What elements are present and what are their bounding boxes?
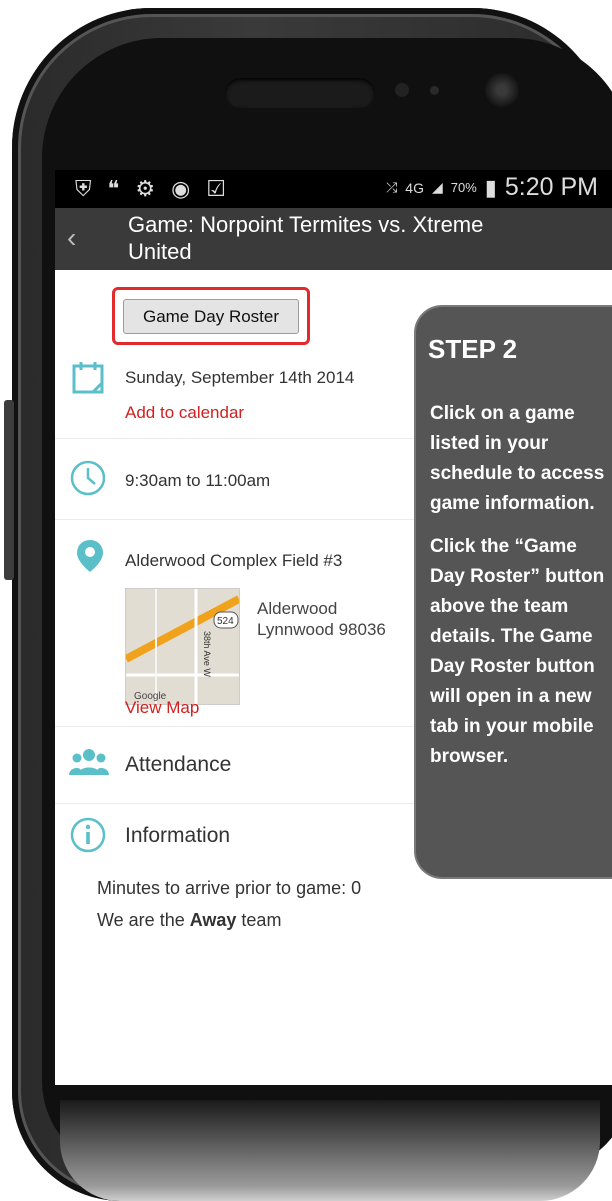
notification-icons: ⛨ ❝ ⚙ ◉ ☑ xyxy=(75,176,226,202)
mute-icon: ⤮ xyxy=(386,179,398,195)
battery-percent: 70% xyxy=(450,180,477,195)
instruction-callout: STEP 2 Click on a game listed in your sc… xyxy=(414,305,612,879)
arrival-minutes: Minutes to arrive prior to game: 0 xyxy=(97,878,362,898)
checked-bag-icon: ☑ xyxy=(206,176,227,201)
page-title-line2: United xyxy=(128,239,192,264)
location-pin-icon xyxy=(75,538,105,579)
phone-speaker xyxy=(225,78,375,108)
status-right: ⤮ 4G ◢ 70% ▮ 5:20 PM xyxy=(386,173,598,202)
calendar-icon xyxy=(69,358,109,403)
front-camera xyxy=(485,73,519,107)
network-type: 4G xyxy=(405,179,424,196)
map-thumbnail[interactable]: 524 38th Ave W Google xyxy=(125,588,240,705)
back-arrow-icon[interactable]: ‹ xyxy=(67,222,76,254)
status-bar: ⛨ ❝ ⚙ ◉ ☑ ⤮ 4G ◢ 70% ▮ 5:20 PM xyxy=(55,170,612,208)
chat-icon: ❝ xyxy=(107,176,120,201)
app-icon: ◉ xyxy=(171,176,191,201)
settings-icon: ⚙ xyxy=(135,176,156,201)
game-time: 9:30am to 11:00am xyxy=(125,471,271,490)
clock: 5:20 PM xyxy=(504,173,598,201)
battery-icon: ▮ xyxy=(484,174,497,200)
phone-bottom-bezel xyxy=(60,1100,600,1201)
attendance-label: Attendance xyxy=(125,753,232,776)
view-map-link[interactable]: View Map xyxy=(125,698,199,718)
shield-icon: ⛨ xyxy=(75,176,92,201)
game-day-roster-button[interactable]: Game Day Roster xyxy=(123,299,299,334)
callout-paragraph-2: Click the “Game Day Roster” button above… xyxy=(430,536,605,767)
info-icon xyxy=(69,816,107,859)
team-side-prefix: We are the xyxy=(97,910,190,930)
page-title: Game: Norpoint Termites vs. Xtreme Unite… xyxy=(128,211,598,265)
game-date: Sunday, September 14th 2014 xyxy=(125,368,355,387)
map-street-label: 38th Ave W xyxy=(202,631,212,677)
clock-icon xyxy=(69,459,107,502)
information-label: Information xyxy=(125,824,231,847)
address: Alderwood Lynnwood 98036 xyxy=(257,598,386,640)
phone-sensor-small xyxy=(430,86,439,95)
page-title-line1: Game: Norpoint Termites vs. Xtreme xyxy=(128,212,484,237)
callout-title: STEP 2 xyxy=(428,334,518,364)
team-side-value: Away xyxy=(189,910,237,930)
address-line1: Alderwood xyxy=(257,599,338,618)
location-name: Alderwood Complex Field #3 xyxy=(125,551,343,570)
map-road-label: 524 xyxy=(217,616,234,627)
signal-icon: ◢ xyxy=(431,179,443,195)
people-icon xyxy=(69,747,109,782)
callout-paragraph-1: Click on a game listed in your schedule … xyxy=(430,403,605,514)
information-details: Minutes to arrive prior to game: 0 We ar… xyxy=(97,872,361,936)
app-bar: ‹ Game: Norpoint Termites vs. Xtreme Uni… xyxy=(55,208,612,270)
add-to-calendar-link[interactable]: Add to calendar xyxy=(125,403,244,423)
phone-sensor xyxy=(395,83,409,97)
team-side: We are the Away team xyxy=(97,904,361,936)
phone-side-button xyxy=(4,400,14,580)
team-side-suffix: team xyxy=(236,910,282,930)
address-line2: Lynnwood 98036 xyxy=(257,620,386,639)
